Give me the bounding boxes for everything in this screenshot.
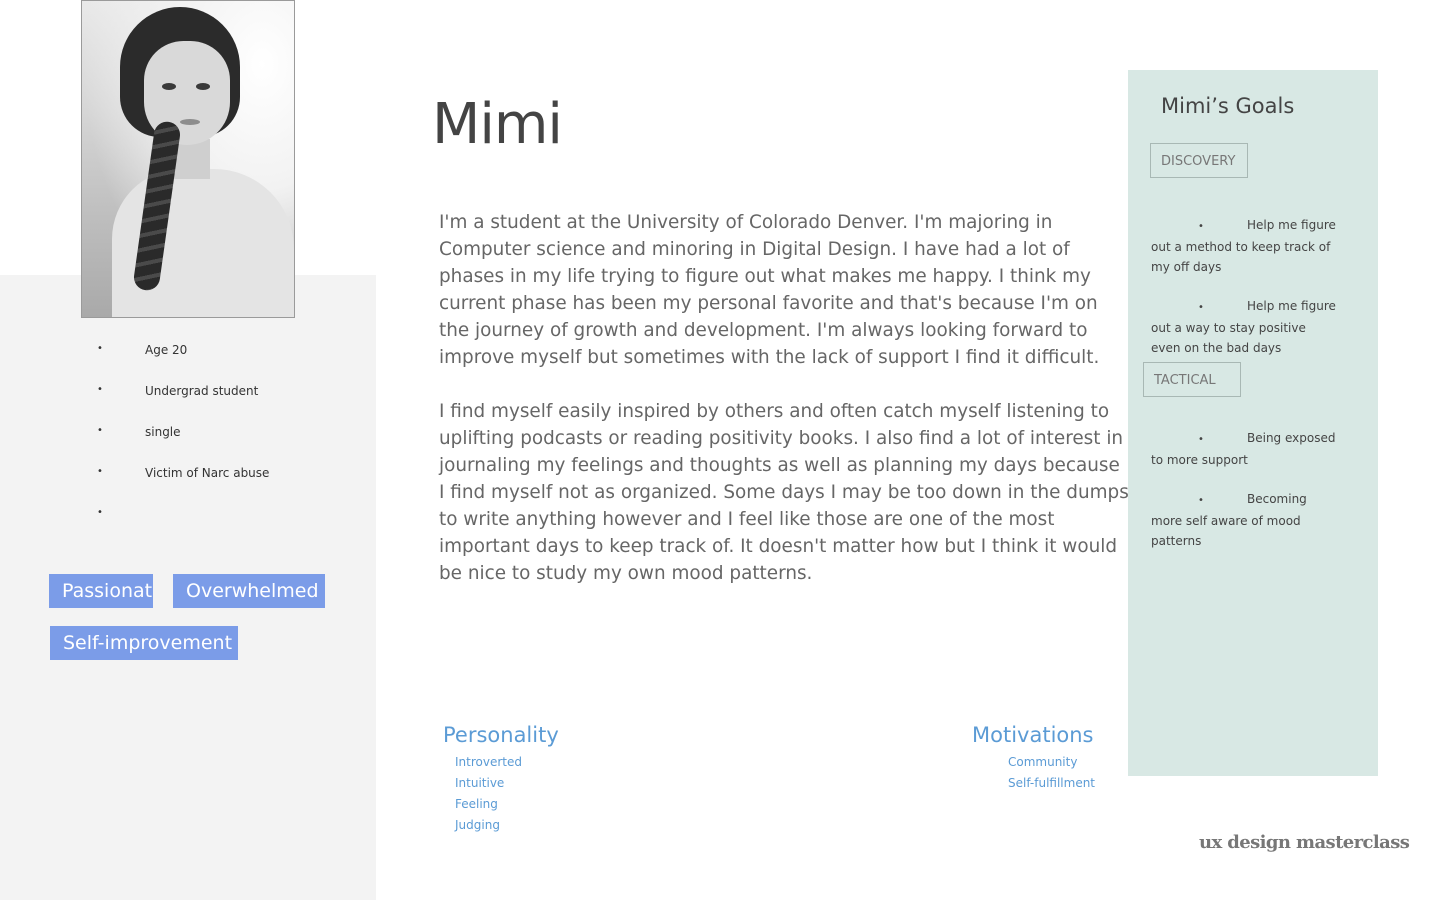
bio-paragraph-2: I find myself easily inspired by others …: [439, 401, 1129, 584]
motivations-title: Motivations: [972, 723, 1094, 747]
tag-self-improvement: Self-improvement: [50, 626, 238, 660]
goal-item: • Help me figure out a method to keep tra…: [1151, 215, 1339, 277]
tag-passionate: Passionate: [49, 574, 153, 608]
bullet-icon: •: [97, 507, 103, 518]
bullet-icon: •: [97, 384, 103, 395]
goal-item: • Being exposed to more support: [1151, 428, 1339, 470]
fact-age: Age 20: [145, 343, 188, 357]
personality-list: Introverted Intuitive Feeling Judging: [455, 755, 522, 839]
bullet-icon: •: [97, 425, 103, 436]
bio-paragraph-1: I'm a student at the University of Color…: [439, 212, 1100, 368]
personality-item: Feeling: [455, 797, 498, 811]
fact-occupation: Undergrad student: [145, 384, 259, 398]
bullet-icon: •: [1198, 302, 1204, 313]
bullet-icon: •: [97, 343, 103, 354]
persona-bio: I'm a student at the University of Color…: [439, 209, 1129, 614]
goals-title: Mimi’s Goals: [1161, 94, 1295, 118]
goal-item: • Becoming more self aware of mood patter…: [1151, 489, 1339, 551]
bullet-icon: •: [1198, 221, 1204, 232]
fact-history: Victim of Narc abuse: [145, 466, 270, 480]
personality-item: Introverted: [455, 755, 522, 769]
bullet-icon: •: [1198, 495, 1204, 506]
bullet-icon: •: [1198, 434, 1204, 445]
personality-item: Judging: [455, 818, 500, 832]
personality-title: Personality: [443, 723, 559, 747]
tag-overwhelmed: Overwhelmed: [173, 574, 325, 608]
brand-logo: ux design masterclass: [1199, 832, 1410, 853]
bullet-icon: •: [97, 466, 103, 477]
goal-item: • Help me figure out a way to stay positi…: [1151, 296, 1339, 358]
persona-name: Mimi: [432, 92, 563, 157]
motivation-item: Self-fulfillment: [1008, 776, 1096, 790]
persona-photo: [81, 0, 295, 318]
goal-label-tactical: TACTICAL: [1143, 362, 1241, 397]
motivations-list: Community Self-fulfillment: [1008, 755, 1095, 797]
fact-relationship: single: [145, 425, 181, 439]
motivation-item: Community: [1008, 755, 1078, 769]
personality-item: Intuitive: [455, 776, 505, 790]
persona-page: • Age 20 • Undergrad student • single • …: [0, 0, 1440, 900]
goals-panel: Mimi’s Goals DISCOVERY • Help me figure o…: [1128, 70, 1378, 776]
goal-label-discovery: DISCOVERY: [1150, 143, 1248, 178]
